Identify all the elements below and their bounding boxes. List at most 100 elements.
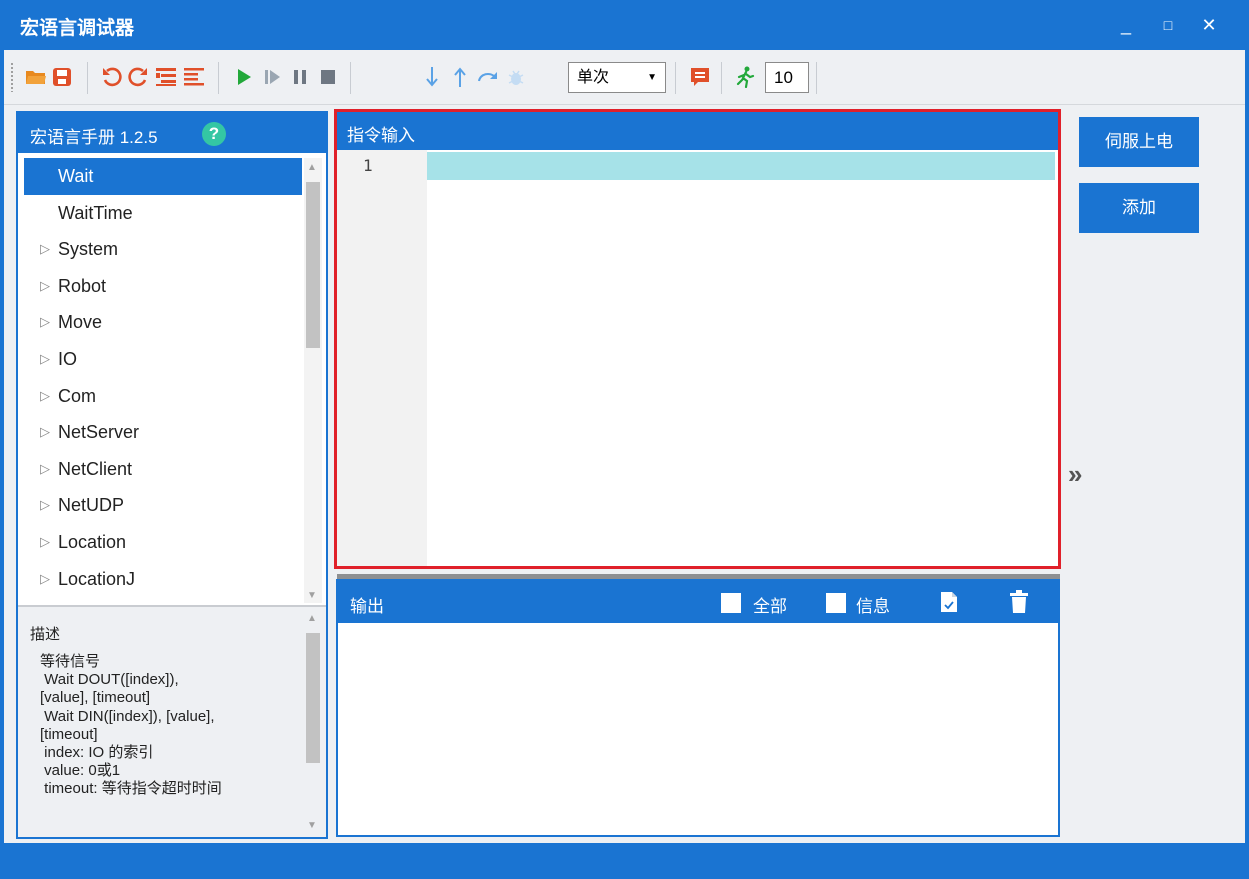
expand-panel-icon[interactable]: » [1068, 459, 1083, 490]
tree-item-label: NetServer [58, 422, 140, 443]
tree-item-label: WaitTime [58, 202, 133, 223]
line-number-gutter: 1 [337, 150, 427, 566]
save-icon[interactable] [50, 65, 74, 89]
scroll-down-icon[interactable]: ▼ [307, 590, 317, 601]
tree-item-label: Robot [58, 275, 107, 296]
expand-arrow-icon[interactable]: ▷ [40, 231, 50, 267]
tree-item-wait[interactable]: Wait [24, 158, 302, 195]
tree-item-netserver[interactable]: ▷ NetServer [24, 414, 302, 451]
tree-item-label: Move [58, 312, 103, 333]
expand-arrow-icon[interactable]: ▷ [40, 487, 50, 523]
title-bar: 宏语言调试器 _ □ ✕ [0, 0, 1249, 50]
tree-item-label: Com [58, 385, 97, 406]
step-out-icon[interactable] [448, 65, 472, 89]
all-label[interactable]: 全部 [753, 592, 787, 617]
scroll-up-icon[interactable]: ▲ [307, 613, 317, 624]
scroll-down-icon[interactable]: ▼ [307, 820, 317, 831]
debug-icon[interactable] [504, 65, 528, 89]
expand-arrow-icon[interactable]: ▷ [40, 414, 50, 450]
expand-arrow-icon[interactable]: ▷ [40, 268, 50, 304]
toolbar-separator [816, 62, 817, 94]
manual-header: 宏语言手册 1.2.5 ? [18, 113, 326, 153]
output-panel: 输出 全部 信息 [336, 579, 1060, 837]
expand-arrow-icon[interactable]: ▷ [40, 524, 50, 560]
toolbar-separator [218, 62, 219, 94]
manual-title: 宏语言手册 1.2.5 [30, 128, 158, 147]
add-button[interactable]: 添加 [1079, 183, 1199, 233]
window-title: 宏语言调试器 [20, 18, 135, 39]
runner-icon[interactable] [733, 65, 757, 89]
step-into-icon[interactable] [420, 65, 444, 89]
scroll-up-icon[interactable]: ▲ [307, 162, 317, 173]
expand-arrow-icon[interactable]: ▷ [40, 378, 50, 414]
tree-item-locationj[interactable]: ▷ LocationJ [24, 561, 302, 598]
toolbar-grip[interactable] [10, 62, 14, 92]
tree-item-label: NetClient [58, 458, 133, 479]
info-checkbox[interactable] [826, 593, 846, 613]
help-icon[interactable]: ? [202, 122, 226, 146]
outdent-icon[interactable] [182, 65, 206, 89]
tree-item-label: LocationJ [58, 568, 136, 589]
run-mode-select[interactable]: 单次 ▼ [568, 62, 666, 93]
expand-arrow-icon[interactable]: ▷ [40, 561, 50, 597]
macro-manual-panel: 宏语言手册 1.2.5 ? Wait WaitTime ▷ System ▷ Rob… [16, 111, 328, 839]
main-area: 宏语言手册 1.2.5 ? Wait WaitTime ▷ System ▷ Rob… [4, 105, 1245, 843]
tree-item-location[interactable]: ▷ Location [24, 524, 302, 561]
servo-on-button[interactable]: 伺服上电 [1079, 117, 1199, 167]
tree-item-system[interactable]: ▷ System [24, 231, 302, 268]
tree-item-com[interactable]: ▷ Com [24, 378, 302, 415]
tree-scrollbar[interactable]: ▲ ▼ [304, 158, 322, 603]
tree-item-netclient[interactable]: ▷ NetClient [24, 451, 302, 488]
expand-arrow-icon[interactable]: ▷ [40, 341, 50, 377]
expand-arrow-icon[interactable]: ▷ [40, 451, 50, 487]
output-header: 输出 全部 信息 [338, 581, 1058, 623]
command-input-editor[interactable]: 指令输入 1 [334, 109, 1061, 569]
run-mode-value: 单次 [577, 69, 610, 86]
minimize-button[interactable]: _ [1113, 12, 1139, 38]
toolbar-separator [721, 62, 722, 94]
message-icon[interactable] [688, 65, 712, 89]
run-icon[interactable] [232, 65, 256, 89]
close-button[interactable]: ✕ [1196, 12, 1222, 38]
undo-icon[interactable] [100, 65, 124, 89]
step-over-icon[interactable] [476, 65, 500, 89]
tree-item-waittime[interactable]: WaitTime [24, 195, 302, 232]
description-scrollbar[interactable]: ▲ ▼ [304, 611, 322, 833]
indent-icon[interactable] [154, 65, 178, 89]
tree-scrollbar-thumb[interactable] [306, 182, 320, 348]
tree-item-label: System [58, 239, 119, 260]
trash-icon[interactable] [1009, 590, 1029, 619]
description-title: 描述 [30, 626, 61, 643]
tree-item-io[interactable]: ▷ IO [24, 341, 302, 378]
output-title: 输出 [350, 597, 384, 616]
toolbar: 单次 ▼ 10 [4, 50, 1245, 105]
expand-arrow-icon[interactable]: ▷ [40, 304, 50, 340]
export-file-icon[interactable] [939, 591, 959, 618]
tree-item-robot[interactable]: ▷ Robot [24, 268, 302, 305]
command-tree: Wait WaitTime ▷ System ▷ Robot ▷ Move ▷ IO ▷… [24, 158, 302, 603]
line-number: 1 [363, 156, 373, 175]
loop-count-input[interactable]: 10 [765, 62, 809, 93]
chevron-down-icon: ▼ [647, 72, 657, 83]
tree-item-label: Wait [58, 166, 94, 186]
description-pane: 描述 等待信号 Wait DOUT([index]), [value], [ti… [18, 605, 326, 837]
tree-item-label: NetUDP [58, 495, 125, 516]
stop-icon[interactable] [316, 65, 340, 89]
open-folder-icon[interactable] [24, 65, 48, 89]
tree-item-label: IO [58, 348, 78, 369]
toolbar-separator [675, 62, 676, 94]
current-line-highlight[interactable] [427, 152, 1055, 180]
description-scrollbar-thumb[interactable] [306, 633, 320, 763]
step-run-icon[interactable] [260, 65, 284, 89]
tree-item-move[interactable]: ▷ Move [24, 304, 302, 341]
editor-header: 指令输入 [337, 112, 1058, 150]
info-label[interactable]: 信息 [856, 592, 890, 617]
tree-item-netudp[interactable]: ▷ NetUDP [24, 487, 302, 524]
all-checkbox[interactable] [721, 593, 741, 613]
maximize-button[interactable]: □ [1155, 12, 1181, 38]
description-text: 等待信号 Wait DOUT([index]), [value], [timeo… [40, 653, 222, 798]
pause-icon[interactable] [288, 65, 312, 89]
toolbar-separator [87, 62, 88, 94]
toolbar-separator [350, 62, 351, 94]
redo-icon[interactable] [126, 65, 150, 89]
